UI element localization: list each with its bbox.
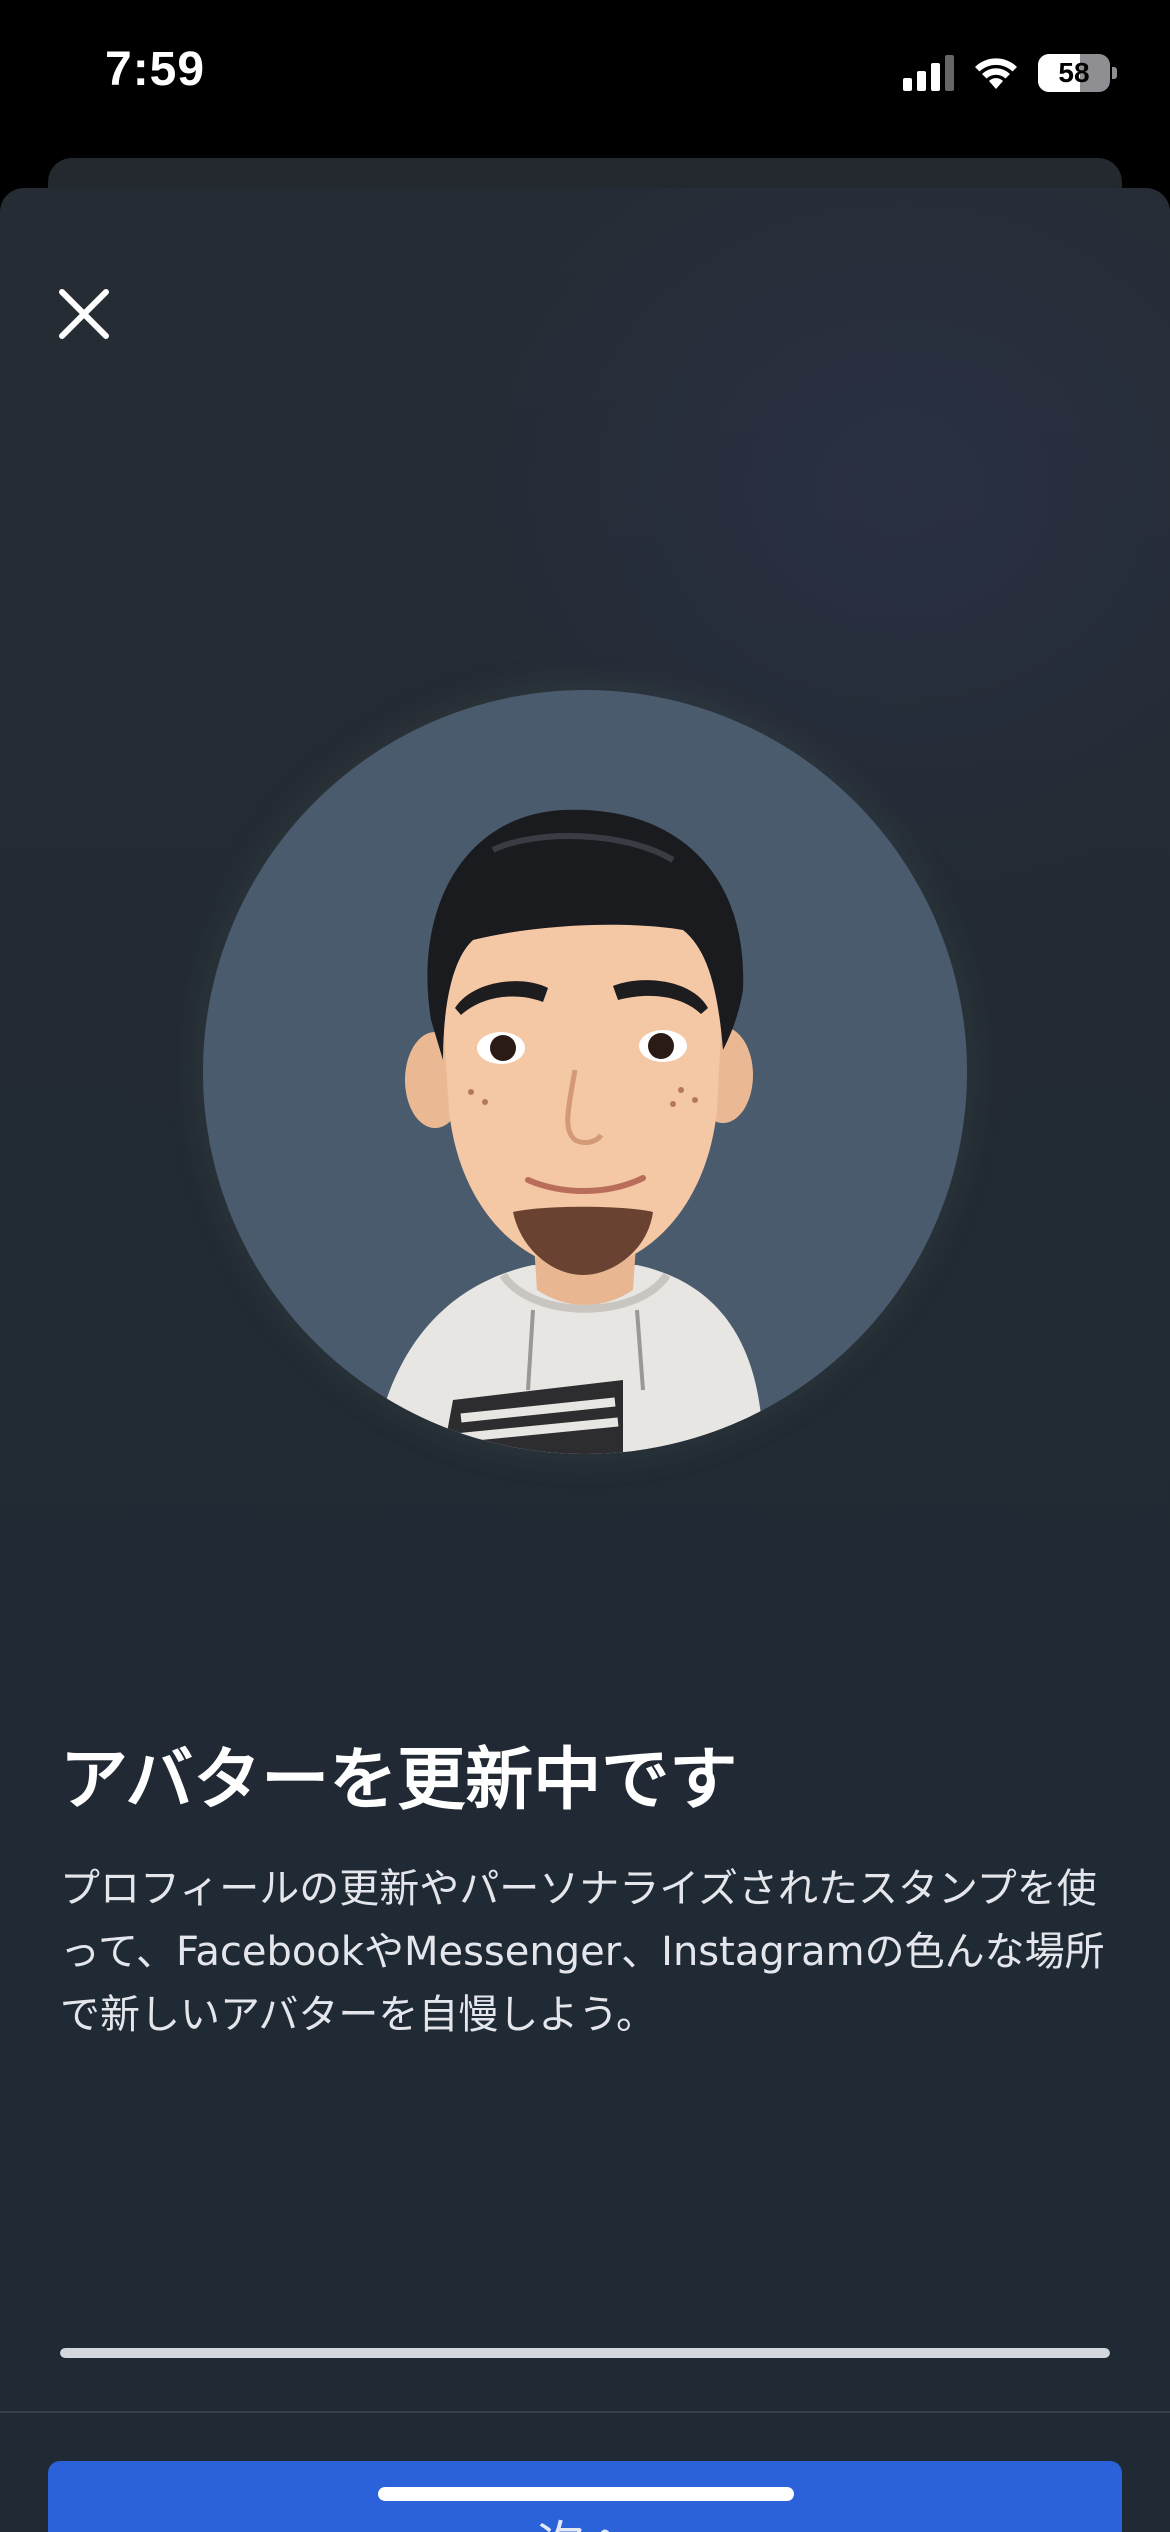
wifi-icon (975, 58, 1017, 89)
avatar-update-sheet: アバターを更新中です プロフィールの更新やパーソナライズされたスタンプを使って、… (0, 188, 1170, 2532)
page-title: アバターを更新中です (60, 1741, 738, 1820)
description-text: プロフィールの更新やパーソナライズされたスタンプを使って、FacebookやMe… (60, 1866, 1105, 2038)
battery-level: 58 (1058, 57, 1090, 88)
status-bar: 7:59 58 (0, 0, 1170, 150)
progress-bar (60, 2348, 1110, 2358)
battery-icon: 58 (1038, 54, 1117, 92)
status-icons: 58 (903, 50, 1117, 96)
signal-icon (903, 55, 954, 91)
close-icon (59, 289, 109, 339)
close-button[interactable] (50, 280, 118, 348)
avatar-illustration (373, 809, 763, 1454)
status-time: 7:59 (105, 43, 206, 96)
progress-fill (60, 2348, 1110, 2358)
home-indicator[interactable] (378, 2487, 794, 2501)
avatar-image (203, 690, 967, 1454)
divider (0, 2411, 1170, 2413)
